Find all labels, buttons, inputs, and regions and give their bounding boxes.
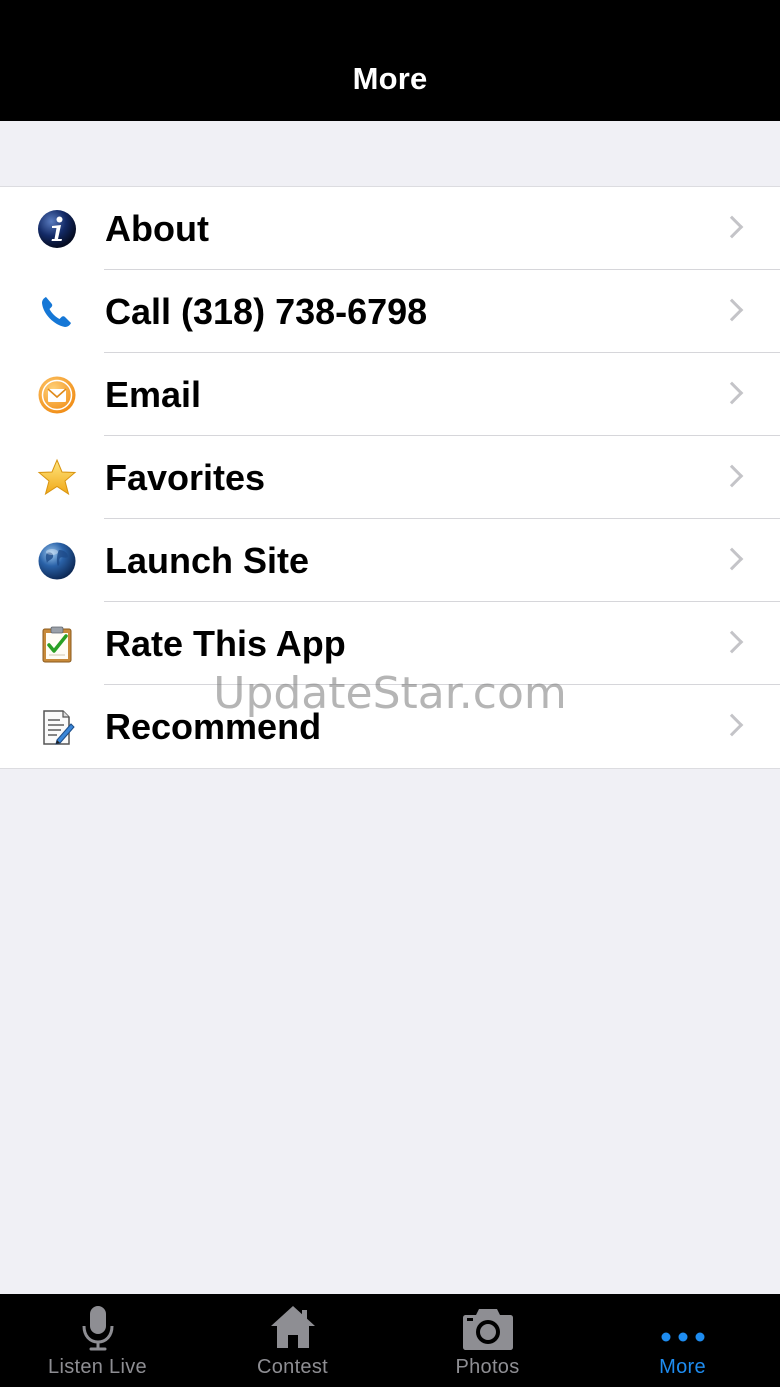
chevron-right-icon [720,381,744,405]
tab-listen-live[interactable]: Listen Live [0,1294,195,1387]
menu-list: About Call (318) 738-6798 Email Favorite… [0,186,780,769]
chevron-right-icon [720,630,744,654]
chevron-right-icon [720,547,744,571]
tab-label: More [659,1356,706,1378]
menu-item-label: Rate This App [105,622,346,664]
chevron-right-icon [720,215,744,239]
menu-item-rate-this-app[interactable]: Rate This App [0,602,780,685]
tab-more[interactable]: More [585,1294,780,1387]
globe-icon [37,541,77,581]
menu-item-label: Favorites [105,456,266,498]
envelope-icon [37,375,77,415]
tab-label: Contest [256,1356,329,1378]
menu-item-label: Launch Site [105,539,310,581]
menu-item-label: Call (318) 738-6798 [105,290,428,332]
menu-item-label: About [105,207,209,249]
menu-item-call[interactable]: Call (318) 738-6798 [0,270,780,353]
info-icon [37,209,77,249]
house-icon [268,1294,318,1356]
menu-item-label: Email [105,373,202,415]
menu-item-favorites[interactable]: Favorites [0,436,780,519]
tab-bar: Listen Live Contest Photos More [0,1294,780,1387]
camera-icon [459,1294,517,1356]
chevron-right-icon [720,298,744,322]
tab-contest[interactable]: Contest [195,1294,390,1387]
tab-label: Photos [455,1356,520,1378]
menu-item-about[interactable]: About [0,187,780,270]
chevron-right-icon [720,464,744,488]
page-title: More [352,61,428,96]
chevron-right-icon [720,713,744,737]
microphone-icon [78,1294,118,1356]
menu-item-launch-site[interactable]: Launch Site [0,519,780,602]
clipboard-check-icon [37,624,77,664]
menu-item-recommend[interactable]: Recommend [0,685,780,768]
more-dots-icon [660,1294,706,1356]
document-pen-icon [37,707,77,747]
phone-icon [37,292,77,332]
menu-item-label: Recommend [105,705,322,747]
star-icon [37,458,77,498]
menu-item-email[interactable]: Email [0,353,780,436]
tab-label: Listen Live [48,1356,147,1378]
tab-photos[interactable]: Photos [390,1294,585,1387]
navigation-bar: More [0,0,780,121]
